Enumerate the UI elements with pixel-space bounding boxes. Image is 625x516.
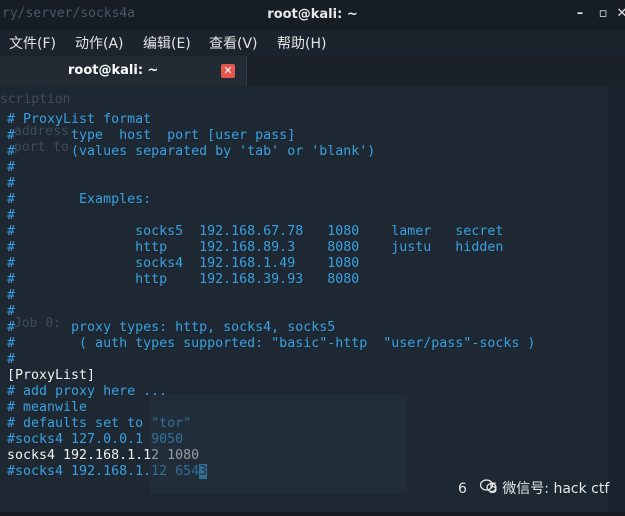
terminal-line: # http 192.168.39.93 8080 [7, 272, 360, 287]
window-title: root@kali: ~ [267, 7, 358, 22]
terminal-line: # meanwile [7, 400, 88, 415]
terminal-line: # [7, 352, 16, 367]
terminal-line: [ProxyList] [7, 368, 96, 383]
menu-edit[interactable]: 编辑(E) [143, 33, 191, 53]
scrollbar-track[interactable] [608, 86, 625, 516]
terminal-line: # http 192.168.89.3 8080 justu hidden [7, 240, 504, 255]
watermark-left: 6 [458, 481, 467, 497]
menu-action[interactable]: 动作(A) [75, 33, 124, 53]
close-window-icon[interactable]: ✕ [613, 5, 625, 23]
terminal-line: # socks4 192.168.1.49 1080 [7, 256, 360, 271]
terminal-line: # Examples: [7, 192, 152, 207]
tab-bar: root@kali: ~ ✕ [0, 56, 625, 86]
terminal-line: # ( auth types supported: "basic"-http "… [7, 336, 536, 351]
tab-terminal[interactable]: root@kali: ~ ✕ [0, 56, 247, 86]
terminal-line: # [7, 304, 16, 319]
menu-help[interactable]: 帮助(H) [277, 33, 326, 53]
tab-close-icon[interactable]: ✕ [221, 64, 235, 78]
maximize-icon[interactable]: ▫ [594, 5, 612, 23]
tab-label: root@kali: ~ [68, 63, 159, 78]
terminal-line: # [7, 288, 16, 303]
wechat-icon [480, 479, 497, 493]
menu-file[interactable]: 文件(F) [9, 33, 56, 53]
watermark-right: 5 微信号: hack ctf [488, 481, 610, 497]
bottom-edge [0, 512, 625, 516]
menu-bar: 文件(F) 动作(A) 编辑(E) 查看(V) 帮助(H) [0, 30, 625, 56]
terminal-line: # proxy types: http, socks4, socks5 [7, 320, 336, 335]
terminal-line: # [7, 176, 16, 191]
background-text: scription [0, 92, 71, 107]
terminal-line: # [7, 160, 16, 175]
minimize-icon[interactable]: – [571, 5, 589, 23]
terminal-line: # socks5 192.168.67.78 1080 lamer secret [7, 224, 504, 239]
terminal-line: # add proxy here ... [7, 384, 168, 399]
background-overlay [150, 395, 407, 493]
terminal-line: # (values separated by 'tab' or 'blank') [7, 144, 376, 159]
title-bar: ry/server/socks4a root@kali: ~ – ▫ ✕ [0, 0, 625, 30]
menu-view[interactable]: 查看(V) [209, 33, 258, 53]
terminal-line: # [7, 208, 16, 223]
terminal-line: # type host port [user pass] [7, 128, 296, 143]
terminal-line: # ProxyList format [7, 112, 152, 127]
